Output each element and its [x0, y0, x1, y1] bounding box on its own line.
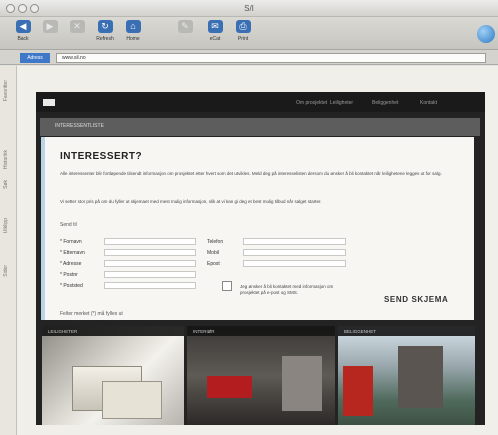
field-input-left-0[interactable] — [104, 238, 196, 245]
window-title: S/I — [244, 4, 254, 13]
autofill-button[interactable]: ✎ — [170, 20, 200, 48]
field-label-right-1: Mobil — [207, 250, 219, 256]
stop-icon: ✕ — [69, 20, 85, 33]
back-button[interactable]: ◀ Back — [8, 20, 38, 48]
mail-icon: ✉ — [207, 20, 223, 33]
field-input-right-0[interactable] — [243, 238, 346, 245]
form-info-text: Vi setter stor pris på om du fyller ut s… — [60, 199, 322, 204]
site-nav-item-2[interactable]: Beliggenhet — [372, 100, 398, 106]
field-input-left-3[interactable] — [104, 271, 196, 278]
activity-globe-icon — [477, 25, 495, 43]
field-label-right-0: Telefon — [207, 239, 224, 245]
back-button-label: Back — [17, 36, 29, 42]
send-form-button[interactable]: SEND SKJEMA — [384, 295, 448, 304]
favorites-sidebar — [0, 66, 17, 435]
field-label-left-2: * Adresse — [60, 261, 82, 267]
url-input[interactable]: www.sil.no — [56, 53, 486, 63]
thumb-location-title: BELIGGENHET — [344, 329, 377, 334]
field-input-left-4[interactable] — [104, 282, 196, 289]
print-button-label: Print — [237, 36, 249, 42]
site-navigation — [36, 92, 485, 112]
thumb-interior-red-sofa — [207, 376, 252, 398]
thumb-location-red-building — [343, 366, 373, 416]
refresh-icon: ↻ — [97, 20, 113, 33]
thumb-apartments-title: LEILIGHETER — [48, 329, 78, 334]
form-title: INTERESSERT? — [60, 151, 143, 162]
refresh-button[interactable]: ↻ Refresh — [90, 20, 120, 48]
field-input-right-1[interactable] — [243, 249, 346, 256]
thumb-interior-title: INTERIØR — [193, 329, 215, 334]
consent-text: Jeg ønsker å bli kontaktet med informasj… — [240, 284, 334, 295]
field-input-left-1[interactable] — [104, 249, 196, 256]
form-intro-text: Alle interessenter blir fortløpende tils… — [60, 171, 442, 176]
sidebar-label-0[interactable]: Favoritter — [3, 80, 13, 101]
field-input-right-2[interactable] — [243, 260, 346, 267]
field-label-right-2: Epost — [207, 261, 220, 267]
home-button-label: Home — [126, 36, 140, 42]
field-label-left-0: * Fornavn — [60, 239, 82, 245]
home-button[interactable]: ⌂ Home — [118, 20, 148, 48]
print-icon: ⎙ — [235, 20, 251, 33]
thumb-apartments[interactable]: LEILIGHETER — [42, 326, 184, 425]
thumb-location[interactable]: BELIGGENHET — [338, 326, 475, 425]
field-input-left-2[interactable] — [104, 260, 196, 267]
section-title: INTERESSENTLISTE — [55, 123, 104, 129]
mail-button[interactable]: ✉ eCat — [200, 20, 230, 48]
back-arrow-icon: ◀ — [15, 20, 31, 33]
sidebar-label-1[interactable]: Historikk — [3, 150, 13, 169]
required-fields-note: Felter merket (*) må fylles ut — [60, 311, 123, 317]
site-logo[interactable] — [43, 99, 55, 106]
thumb-interior-window — [282, 356, 322, 411]
forward-button[interactable]: ▶ — [35, 20, 65, 48]
site-nav-item-0[interactable]: Om prosjektet — [296, 100, 327, 106]
forward-arrow-icon: ▶ — [42, 20, 58, 33]
section-bar — [40, 118, 480, 136]
field-label-left-1: * Etternavn — [60, 250, 85, 256]
mail-button-label: eCat — [209, 36, 221, 42]
field-label-left-4: * Poststed — [60, 283, 83, 289]
print-button[interactable]: ⎙ Print — [228, 20, 258, 48]
send-to-label: Send til — [60, 222, 77, 228]
stop-button[interactable]: ✕ — [62, 20, 92, 48]
sidebar-label-2[interactable]: Søk — [3, 180, 13, 189]
refresh-button-label: Refresh — [96, 36, 114, 42]
sidebar-label-4[interactable]: Sider — [3, 265, 13, 277]
field-label-left-3: * Postnr — [60, 272, 78, 278]
thumb-location-tower — [398, 346, 443, 408]
thumb-apartments-image-detail — [102, 381, 162, 419]
address-label: Adress — [20, 53, 50, 63]
sidebar-label-3[interactable]: Utklipp — [3, 218, 13, 233]
thumb-interior[interactable]: INTERIØR — [187, 326, 335, 425]
site-nav-item-1[interactable]: Leiligheter — [330, 100, 353, 106]
site-nav-item-3[interactable]: Kontakt — [420, 100, 437, 106]
consent-checkbox[interactable] — [222, 281, 232, 291]
home-icon: ⌂ — [125, 20, 141, 33]
autofill-icon: ✎ — [177, 20, 193, 33]
